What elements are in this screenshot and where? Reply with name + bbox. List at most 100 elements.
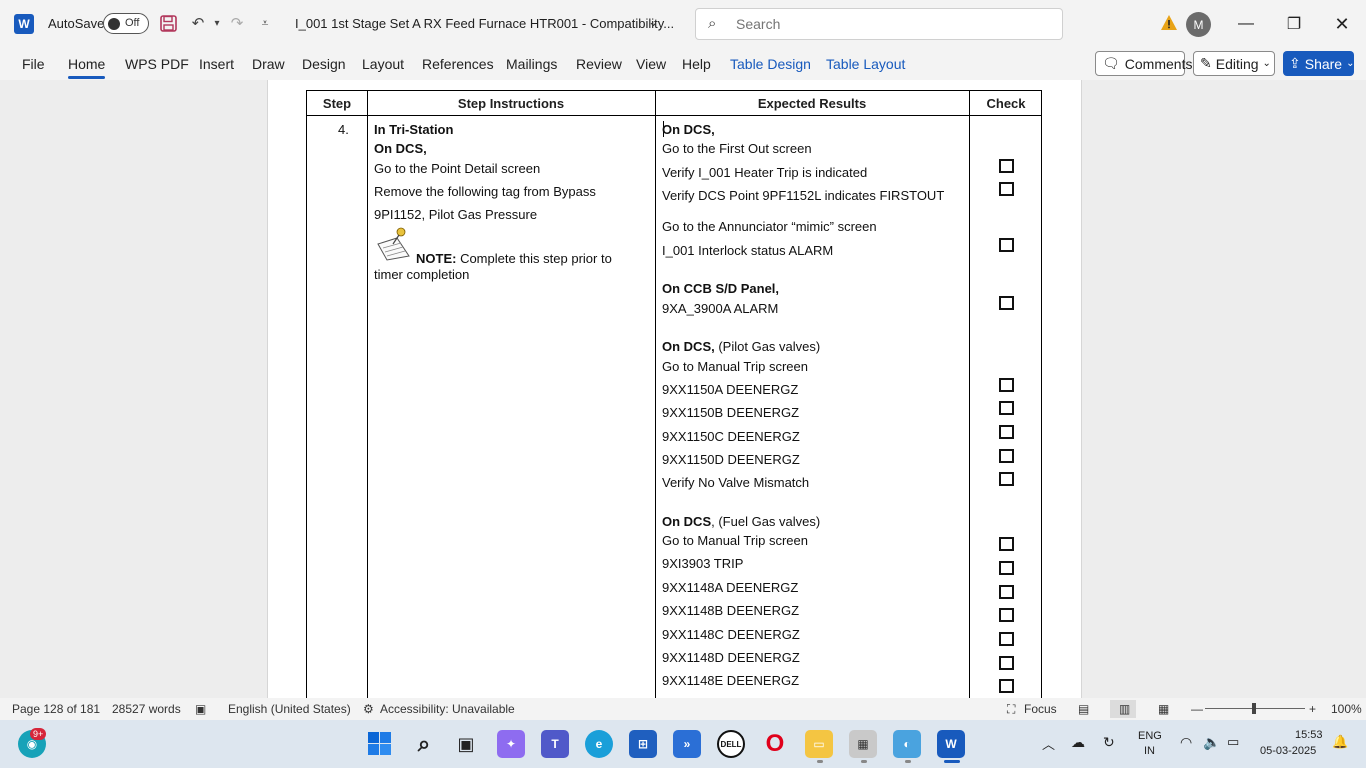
editing-button[interactable]: ✎ Editing ⌄ (1193, 51, 1275, 76)
check-box[interactable] (999, 561, 1014, 575)
avatar[interactable]: M (1186, 12, 1211, 37)
result-line: 9XX1148A DEENERGZ (662, 580, 799, 595)
check-box[interactable] (999, 472, 1014, 486)
check-box[interactable] (999, 296, 1014, 310)
save-icon[interactable] (158, 13, 178, 33)
app-icon[interactable]: ◐ (893, 730, 921, 758)
sync-icon[interactable]: ↻ (1103, 734, 1115, 751)
language-indicator[interactable]: English (United States) (228, 702, 351, 716)
network-app-icon[interactable]: ☁ (1071, 734, 1085, 751)
tab-home[interactable]: Home (68, 56, 106, 79)
result-line: On DCS, (662, 122, 715, 137)
input-language[interactable]: ENG (1138, 730, 1162, 742)
tab-help[interactable]: Help (682, 56, 711, 72)
copilot-icon[interactable]: ✦ (497, 730, 525, 758)
focus-icon[interactable]: ⛶ (1007, 702, 1015, 717)
undo-icon[interactable]: ↶ (188, 13, 208, 33)
edge-icon[interactable]: e (585, 730, 613, 758)
task-view-icon[interactable]: ▣ (452, 730, 480, 758)
check-box[interactable] (999, 401, 1014, 415)
battery-icon[interactable]: ▭ (1227, 734, 1239, 750)
notification-icon[interactable]: 🔔 (1332, 734, 1348, 750)
accessibility-icon[interactable]: ⚙ (363, 702, 374, 716)
search-icon: ⌕ (708, 15, 717, 32)
check-box[interactable] (999, 159, 1014, 173)
tab-view[interactable]: View (636, 56, 666, 72)
autosave-toggle[interactable]: Off (103, 13, 149, 34)
clock-time[interactable]: 15:53 (1295, 729, 1323, 741)
search-input[interactable] (736, 16, 1036, 32)
dell-icon[interactable]: DELL (717, 730, 745, 758)
accessibility-status[interactable]: Accessibility: Unavailable (380, 702, 515, 716)
focus-label[interactable]: Focus (1024, 702, 1057, 716)
search-box[interactable]: ⌕ (695, 8, 1063, 40)
editing-label: Editing (1215, 55, 1259, 72)
check-box[interactable] (999, 238, 1014, 252)
read-mode-icon[interactable]: ▤ (1078, 702, 1089, 716)
customize-toolbar-icon[interactable]: ⩡ (255, 13, 275, 33)
word-count[interactable]: 28527 words (112, 702, 181, 716)
tab-design[interactable]: Design (302, 56, 346, 72)
tab-references[interactable]: References (422, 56, 494, 72)
tab-file[interactable]: File (22, 56, 45, 72)
check-box[interactable] (999, 449, 1014, 463)
comments-button[interactable]: 🗨 Comments (1095, 51, 1192, 76)
check-box[interactable] (999, 656, 1014, 670)
proofing-icon[interactable]: ▣ (195, 702, 206, 716)
share-button[interactable]: ⇪ Share ⌄ (1283, 51, 1354, 76)
tab-wps-pdf[interactable]: WPS PDF (125, 56, 189, 72)
undo-dropdown-icon[interactable]: ▾ (207, 13, 227, 33)
redo-icon[interactable]: ↷ (227, 13, 247, 33)
zoom-out-icon[interactable]: — (1191, 702, 1203, 716)
check-box[interactable] (999, 537, 1014, 551)
opera-icon[interactable]: O (761, 730, 789, 758)
store-icon[interactable]: ⊞ (629, 730, 657, 758)
check-box[interactable] (999, 679, 1014, 693)
tab-mailings[interactable]: Mailings (506, 56, 557, 72)
chevron-down-icon[interactable]: ⌄ (648, 14, 659, 30)
tab-insert[interactable]: Insert (199, 56, 234, 72)
tab-layout[interactable]: Layout (362, 56, 404, 72)
warning-icon[interactable] (1160, 14, 1178, 32)
zoom-in-icon[interactable]: + (1309, 702, 1316, 716)
file-explorer-icon[interactable]: ▭ (805, 730, 833, 758)
volume-icon[interactable]: 🔈 (1203, 734, 1220, 751)
close-icon[interactable]: ✕ (1328, 10, 1356, 38)
chevron-up-icon[interactable]: ︿ (1042, 734, 1055, 753)
word-logo-icon[interactable]: W (14, 14, 34, 34)
tab-review[interactable]: Review (576, 56, 622, 72)
document-title[interactable]: I_001 1st Stage Set A RX Feed Furnace HT… (295, 16, 674, 31)
check-box[interactable] (999, 425, 1014, 439)
app-icon[interactable]: ▦ (849, 730, 877, 758)
document-canvas[interactable]: Step Step Instructions Expected Results … (0, 80, 1366, 698)
tab-draw[interactable]: Draw (252, 56, 285, 72)
result-line: Go to Manual Trip screen (662, 359, 808, 374)
check-box[interactable] (999, 608, 1014, 622)
web-layout-icon[interactable]: ▦ (1158, 702, 1169, 716)
check-box[interactable] (999, 585, 1014, 599)
chevron-down-icon: ⌄ (1262, 58, 1271, 69)
tab-table-design[interactable]: Table Design (730, 56, 811, 72)
document-page[interactable]: Step Step Instructions Expected Results … (267, 80, 1082, 698)
power-automate-icon[interactable]: » (673, 730, 701, 758)
procedure-table[interactable]: Step Step Instructions Expected Results … (306, 90, 1042, 698)
zoom-level[interactable]: 100% (1331, 702, 1362, 716)
windows-start-icon[interactable] (367, 731, 392, 756)
wifi-icon[interactable]: ◠ (1180, 734, 1192, 751)
page-count[interactable]: Page 128 of 181 (12, 702, 100, 716)
word-taskbar-icon[interactable]: W (937, 730, 965, 758)
teams-icon[interactable]: T (541, 730, 569, 758)
check-box[interactable] (999, 378, 1014, 392)
note-pin-icon (377, 227, 410, 261)
minimize-icon[interactable]: — (1232, 10, 1260, 38)
taskbar: ◉ 9+ ⌕ ▣ ✦ T e ⊞ » DELL O ▭ ▦ ◐ W ︿ ☁ ↻ … (0, 720, 1366, 768)
tab-table-layout[interactable]: Table Layout (826, 56, 905, 72)
result-line: On DCS, (Fuel Gas valves) (662, 514, 820, 529)
search-icon[interactable]: ⌕ (410, 730, 438, 758)
check-box[interactable] (999, 632, 1014, 646)
input-region[interactable]: IN (1144, 745, 1155, 757)
clock-date[interactable]: 05-03-2025 (1260, 745, 1316, 757)
check-box[interactable] (999, 182, 1014, 196)
maximize-icon[interactable]: ❐ (1280, 10, 1308, 38)
zoom-slider-thumb[interactable] (1252, 703, 1256, 714)
